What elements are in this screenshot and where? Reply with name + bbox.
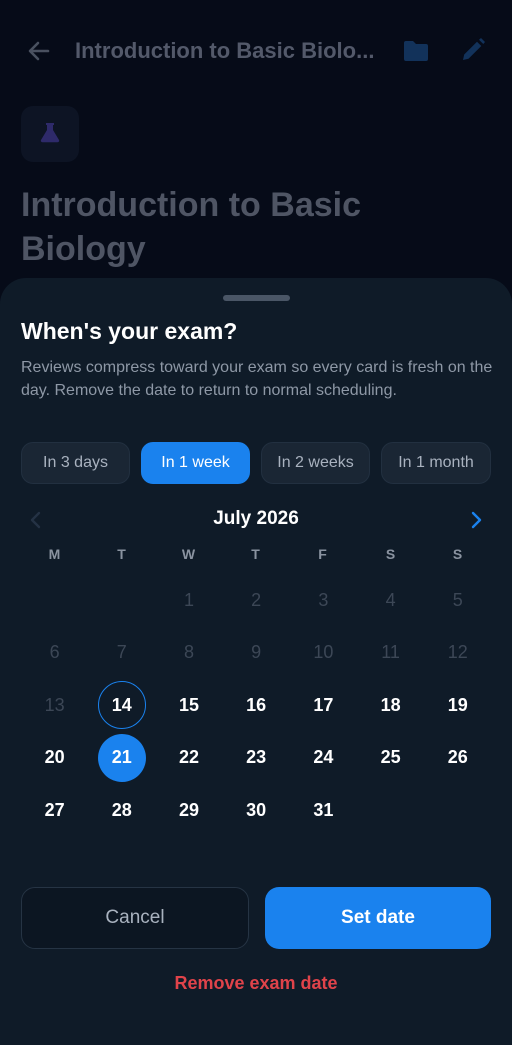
calendar-day: 2 <box>251 589 262 610</box>
calendar-day: 11 <box>381 642 400 663</box>
folder-icon[interactable] <box>402 38 430 64</box>
calendar-day: 13 <box>44 694 65 715</box>
calendar-day[interactable]: 15 <box>165 681 213 729</box>
deck-title: Introduction to Basic Biology <box>21 186 361 268</box>
calendar-day[interactable]: 29 <box>165 786 213 834</box>
sheet-drag-handle[interactable] <box>223 295 290 301</box>
set-date-button[interactable]: Set date <box>265 887 491 949</box>
weekday-label: S <box>385 546 396 562</box>
calendar-day[interactable]: 31 <box>299 786 347 834</box>
chevron-right-icon[interactable] <box>469 510 483 530</box>
weekday-label: S <box>452 546 463 562</box>
chip-in-1-week[interactable]: In 1 week <box>141 442 250 484</box>
calendar-day[interactable]: 26 <box>434 734 482 782</box>
quick-pick-chips: In 3 days In 1 week In 2 weeks In 1 mont… <box>21 442 491 484</box>
weekday-label: T <box>117 546 126 562</box>
calendar-day[interactable]: 23 <box>232 734 280 782</box>
edit-pencil-icon[interactable] <box>460 37 486 63</box>
calendar-day[interactable]: 24 <box>299 734 347 782</box>
flask-icon <box>38 120 62 149</box>
sheet-title: When's your exam? <box>21 318 238 344</box>
remove-exam-date-link[interactable]: Remove exam date <box>0 973 512 994</box>
chip-in-2-weeks[interactable]: In 2 weeks <box>261 442 370 484</box>
calendar-day[interactable]: 21 <box>97 733 146 782</box>
calendar-day: 4 <box>385 589 396 610</box>
chip-in-3-days[interactable]: In 3 days <box>21 442 130 484</box>
calendar-day[interactable]: 27 <box>31 786 79 834</box>
calendar-day[interactable]: 19 <box>434 681 482 729</box>
calendar-day-grid: 1 2 3 4 5 6 7 8 9 10 11 12 13 14 15 16 17 18 19 20 21 22 23 24 2… <box>21 576 491 840</box>
weekday-header: M T W T F S S <box>21 546 491 566</box>
deck-icon-tile <box>21 106 79 162</box>
calendar-day[interactable]: 18 <box>367 681 415 729</box>
calendar-day: 12 <box>447 642 468 663</box>
calendar-month-label: July 2026 <box>213 508 299 529</box>
sheet-description: Reviews compress toward your exam so eve… <box>21 359 493 399</box>
calendar-day[interactable]: 22 <box>165 734 213 782</box>
exam-date-sheet: When's your exam? Reviews compress towar… <box>0 278 512 1045</box>
calendar-day[interactable]: 20 <box>31 734 79 782</box>
calendar-day: 10 <box>313 642 334 663</box>
calendar-day[interactable]: 16 <box>232 681 280 729</box>
calendar-day[interactable]: 28 <box>98 786 146 834</box>
calendar-day[interactable]: 17 <box>299 681 347 729</box>
calendar-day: 6 <box>49 642 60 663</box>
weekday-label: F <box>318 546 327 562</box>
calendar-header: July 2026 <box>21 506 491 536</box>
top-app-bar: Introduction to Basic Biolo... <box>0 24 512 80</box>
weekday-label: W <box>181 546 196 562</box>
calendar-day[interactable]: 25 <box>367 734 415 782</box>
calendar-day[interactable]: 30 <box>232 786 280 834</box>
calendar-day: 8 <box>183 642 194 663</box>
calendar-day: 1 <box>183 589 194 610</box>
chip-in-1-month[interactable]: In 1 month <box>381 442 491 484</box>
weekday-label: T <box>251 546 260 562</box>
topbar-title: Introduction to Basic Biolo... <box>75 38 375 63</box>
cancel-button[interactable]: Cancel <box>21 887 249 949</box>
back-arrow-icon[interactable] <box>26 38 52 64</box>
calendar-day: 5 <box>452 589 463 610</box>
weekday-label: M <box>48 546 61 562</box>
calendar-day: 9 <box>251 642 262 663</box>
calendar-day: 3 <box>318 589 329 610</box>
calendar-day[interactable]: 14 <box>97 681 146 730</box>
calendar-day: 7 <box>116 642 127 663</box>
